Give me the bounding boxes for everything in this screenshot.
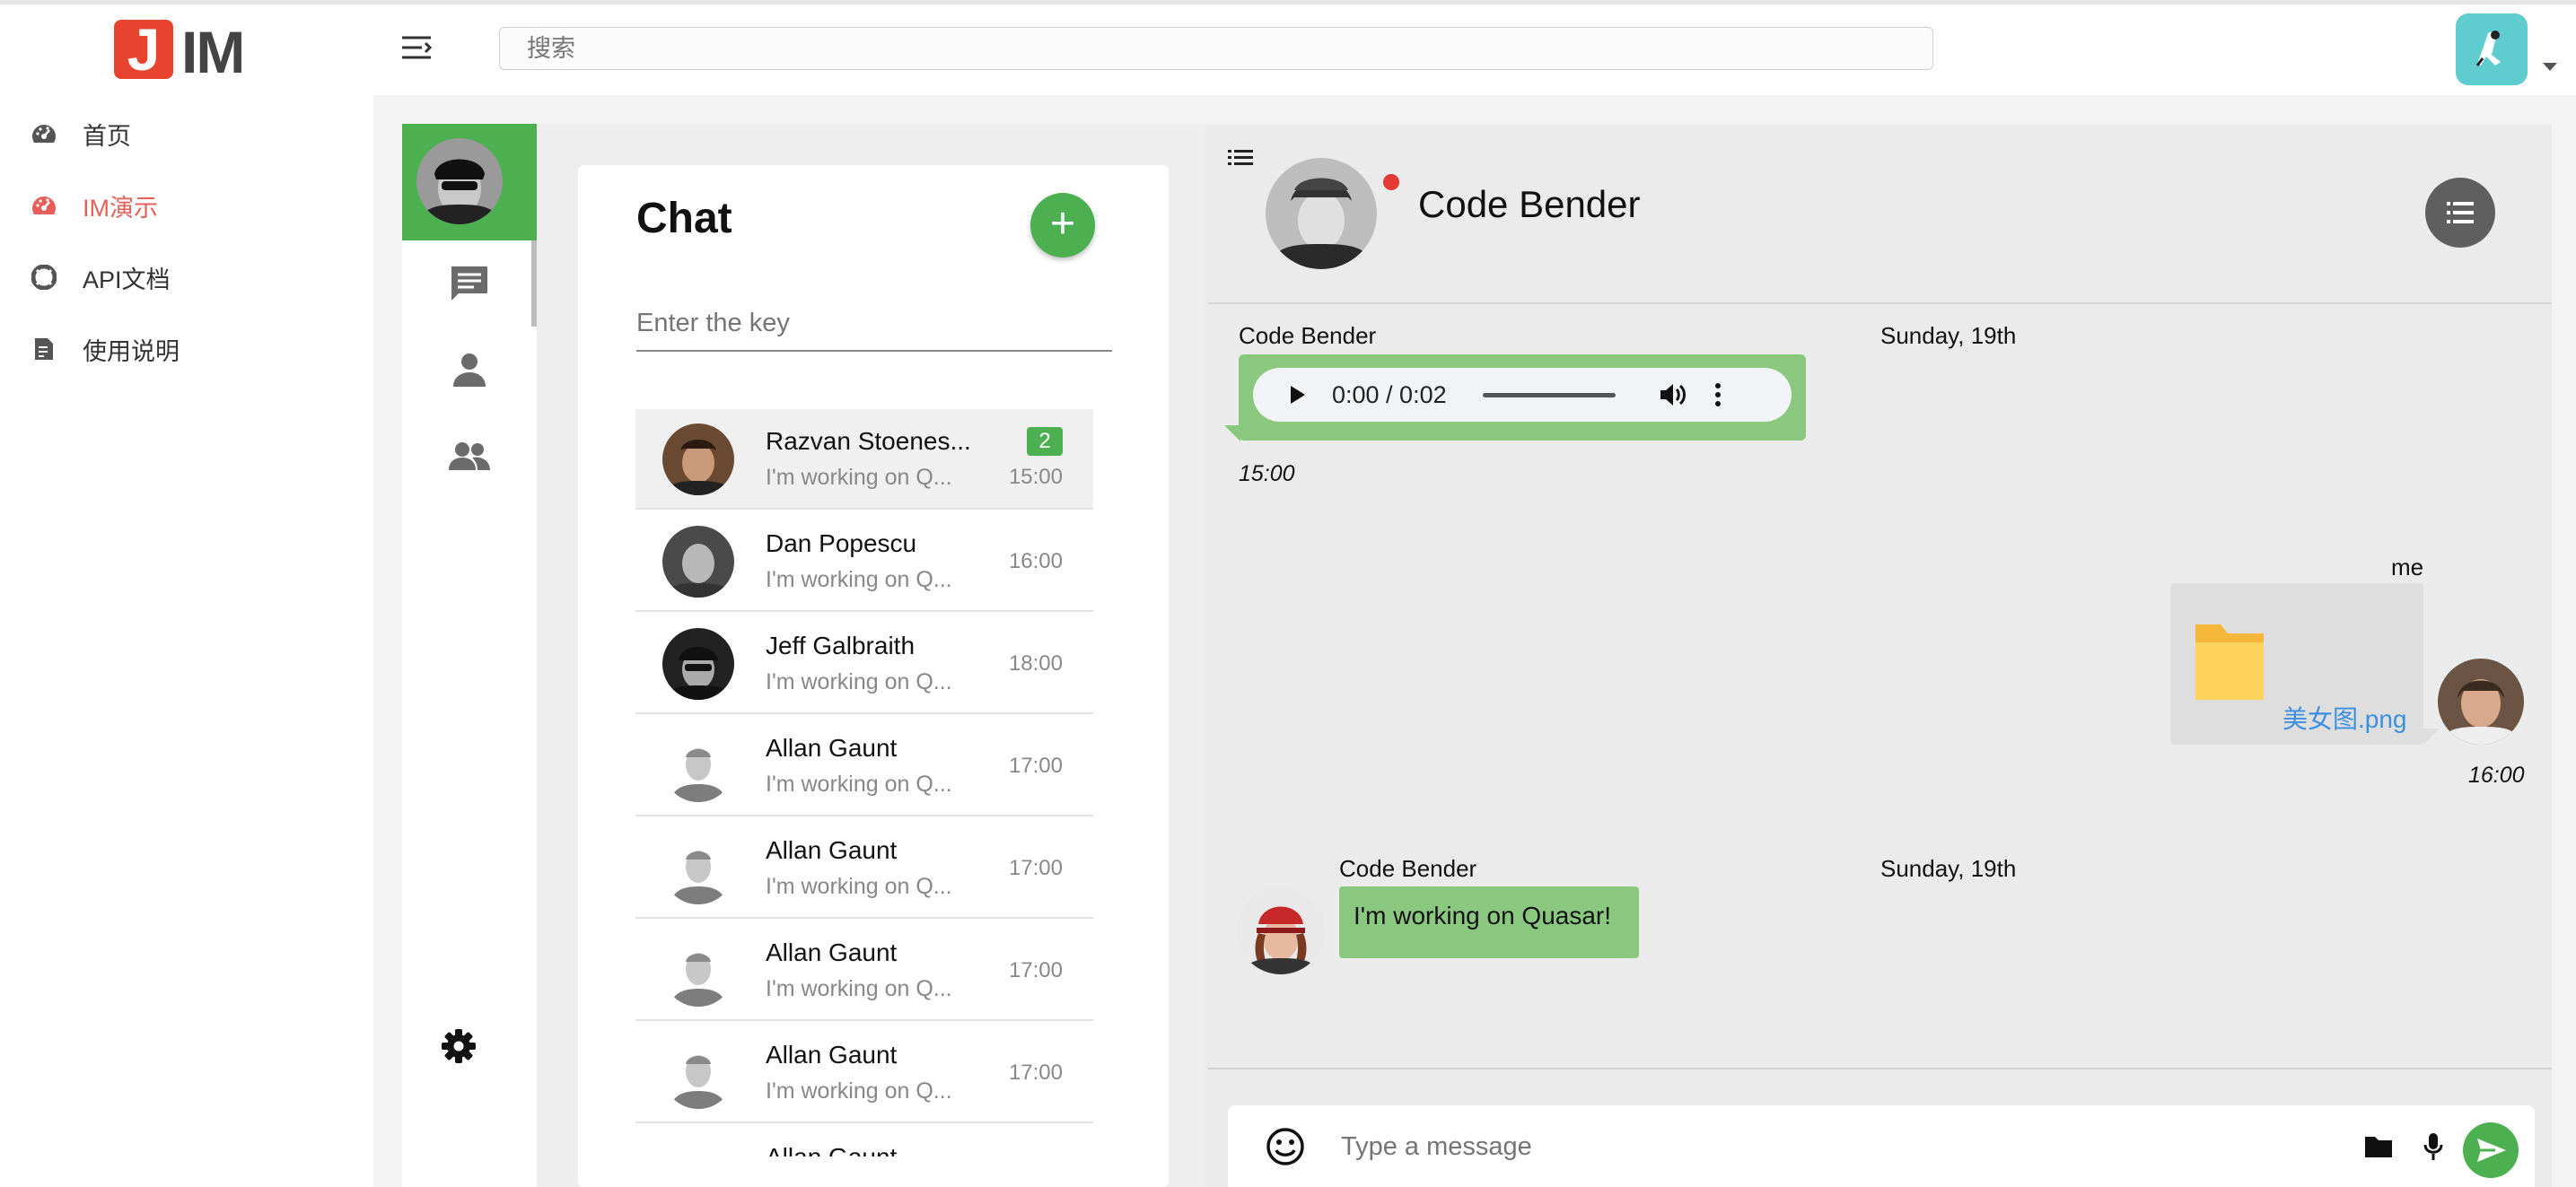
divider [1208, 1068, 2552, 1069]
contact-avatar [662, 423, 734, 495]
message-sender: me [2391, 554, 2424, 580]
message-time: 15:00 [1239, 461, 1295, 486]
contact-time: 17:00 [1008, 1060, 1063, 1085]
contact-preview: I'm working on Q... [766, 567, 952, 592]
online-status-dot [1383, 174, 1399, 190]
contact-preview: I'm working on Q... [766, 874, 952, 899]
unread-badge: 2 [1027, 427, 1063, 456]
folder-icon[interactable] [2364, 1135, 2393, 1158]
add-chat-button[interactable]: + [1030, 193, 1095, 257]
contact-avatar [662, 935, 734, 1007]
message-input[interactable] [1339, 1123, 2330, 1170]
conversation-title: Code Bender [1418, 183, 1641, 225]
folder-icon [2194, 619, 2265, 702]
message-date: Sunday, 19th [1880, 855, 2017, 882]
chevron-down-icon[interactable] [2543, 63, 2557, 71]
audio-progress-bar[interactable] [1482, 392, 1616, 397]
audio-time: 0:00 / 0:02 [1332, 380, 1447, 408]
volume-icon[interactable] [1659, 382, 1687, 407]
contact-avatar [662, 628, 734, 700]
contact-preview: I'm working on Q... [766, 772, 952, 797]
contact-avatar [662, 730, 734, 802]
gear-icon[interactable] [434, 1021, 484, 1071]
emoji-icon[interactable] [1266, 1127, 1305, 1166]
user-avatar[interactable] [2456, 13, 2528, 85]
conversation-avatar [1266, 158, 1377, 269]
play-icon[interactable] [1289, 384, 1310, 406]
contact-name: Razvan Stoenes... [766, 427, 971, 455]
contact-avatar [662, 833, 734, 904]
logo-letter: J [127, 16, 161, 83]
contact-time: 15:00 [1008, 465, 1063, 489]
contact-name: Allan Gaunt [766, 938, 898, 966]
sidebar-item-label: IM演示 [83, 194, 158, 222]
sidebar-item-api-docs[interactable]: API文档 [0, 250, 359, 304]
contact-name: Dan Popescu [766, 529, 917, 557]
contact-row[interactable]: Allan Gaunt I'm working on Q... 17:00 [635, 818, 1093, 919]
contact-row[interactable]: Allan Gaunt I'm working on Q... 17:00 [635, 716, 1093, 816]
contact-avatar [662, 1037, 734, 1109]
contact-time: 17:00 [1008, 856, 1063, 880]
message-composer [1228, 1105, 2535, 1187]
contact-row[interactable]: Razvan Stoenes... I'm working on Q... 2 … [635, 409, 1093, 510]
contact-name: Jeff Galbraith [766, 632, 916, 659]
chat-list-title: Chat [636, 195, 732, 242]
contact-name: Allan Gaunt [766, 1143, 897, 1156]
file-link[interactable]: 美女图.png [2282, 700, 2407, 736]
sender-avatar [1237, 886, 1325, 974]
search-input[interactable] [499, 27, 1933, 70]
message-sender: Code Bender [1239, 322, 1377, 349]
contact-time: 16:00 [1008, 549, 1063, 573]
chat-icon[interactable] [444, 258, 495, 309]
contact-time: 17:00 [1008, 958, 1063, 982]
contact-name: Allan Gaunt [766, 836, 898, 864]
contact-icon[interactable] [444, 345, 495, 395]
dashboard-icon [31, 120, 57, 147]
chat-search-input[interactable] [636, 296, 1112, 352]
contact-row[interactable]: Allan Gaunt I'm working on Q... 17:00 [635, 921, 1093, 1021]
app-logo-mark: J [114, 20, 173, 79]
text-message-bubble: I'm working on Quasar! [1339, 886, 1639, 958]
top-border [0, 0, 2576, 4]
dashboard-icon [31, 192, 57, 219]
send-button[interactable] [2463, 1122, 2519, 1178]
contact-row-partial[interactable]: Allan Gaunt [635, 1125, 1093, 1156]
menu-toggle-icon[interactable] [400, 34, 433, 61]
contact-preview: I'm working on Q... [766, 976, 952, 1001]
contact-time: 17:00 [1008, 754, 1063, 778]
message-date: Sunday, 19th [1880, 322, 2017, 349]
message-sender: Code Bender [1339, 855, 1477, 882]
contact-row[interactable]: Dan Popescu I'm working on Q... 16:00 [635, 511, 1093, 612]
contact-time: 18:00 [1008, 651, 1063, 676]
bubble-tail [2423, 729, 2440, 745]
bubble-tail [1224, 425, 1240, 441]
list-icon[interactable] [1228, 147, 1253, 167]
sidebar-item-usage-guide[interactable]: 使用说明 [0, 322, 359, 376]
sidebar-item-label: 首页 [83, 122, 131, 150]
contact-name: Allan Gaunt [766, 734, 898, 762]
group-icon[interactable] [444, 431, 495, 481]
contact-row[interactable]: Allan Gaunt I'm working on Q... 17:00 [635, 1023, 1093, 1123]
contact-name: Allan Gaunt [766, 1041, 898, 1069]
sidebar-item-label: API文档 [83, 266, 171, 293]
message-time: 16:00 [2468, 763, 2525, 788]
contact-row[interactable]: Jeff Galbraith I'm working on Q... 18:00 [635, 614, 1093, 714]
conversation-menu-button[interactable] [2425, 178, 2495, 248]
sidebar-item-label: 使用说明 [83, 337, 180, 365]
contact-avatar [662, 526, 734, 598]
current-user-avatar[interactable] [416, 138, 503, 224]
lifebuoy-icon [31, 264, 57, 291]
more-vert-icon[interactable] [1714, 382, 1722, 407]
app-logo-text: IM [181, 19, 245, 85]
document-icon [31, 336, 57, 362]
audio-player[interactable]: 0:00 / 0:02 [1253, 368, 1792, 422]
divider [1208, 302, 2552, 304]
microphone-icon[interactable] [2423, 1132, 2443, 1161]
contact-preview: I'm working on Q... [766, 1078, 952, 1104]
contact-preview: I'm working on Q... [766, 465, 952, 490]
my-avatar [2438, 659, 2524, 745]
sidebar-item-im-demo[interactable]: IM演示 [0, 179, 359, 232]
sidebar-item-home[interactable]: 首页 [0, 107, 359, 161]
contact-preview: I'm working on Q... [766, 669, 952, 694]
